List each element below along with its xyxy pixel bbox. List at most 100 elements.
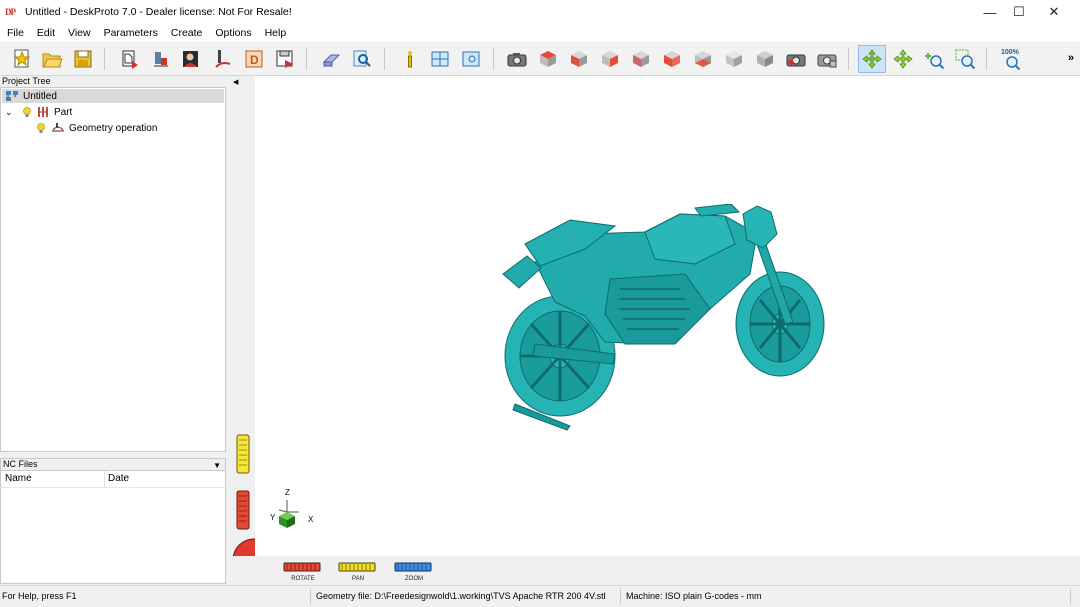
- nc-column-name[interactable]: Name: [5, 473, 32, 486]
- status-help-text: For Help, press F1: [2, 591, 77, 601]
- tool-path-icon: [215, 50, 231, 68]
- menu-bar: File Edit View Parameters Create Options…: [0, 24, 1080, 42]
- toolbar-separator: [104, 48, 105, 70]
- menu-file[interactable]: File: [6, 27, 30, 39]
- 3d-viewport[interactable]: Z Y X: [255, 76, 1080, 556]
- menu-create[interactable]: Create: [170, 27, 209, 39]
- eraser-icon: [322, 54, 341, 67]
- zoom-in-icon: [925, 53, 945, 70]
- close-button[interactable]: ✕: [1036, 0, 1072, 24]
- menu-parameters[interactable]: Parameters: [103, 27, 164, 39]
- lightbulb-icon[interactable]: [21, 106, 33, 118]
- status-separator: [310, 589, 311, 604]
- axis-cube-icon: [278, 500, 299, 528]
- zoom-indicator-icon[interactable]: [236, 490, 250, 530]
- zoom-mode-button[interactable]: [920, 45, 948, 73]
- vector-tool-icon: [154, 52, 168, 67]
- preview-button[interactable]: [348, 45, 376, 73]
- split-view-button[interactable]: [426, 45, 454, 73]
- project-tree-header: Project Tree: [0, 76, 226, 88]
- new-project-icon: [13, 49, 31, 68]
- menu-help[interactable]: Help: [264, 27, 293, 39]
- cube-back-icon: [633, 51, 649, 67]
- view-left-button[interactable]: [658, 45, 686, 73]
- load-bitmap-button[interactable]: [177, 45, 205, 73]
- erase-button[interactable]: [318, 45, 346, 73]
- view-user-button[interactable]: [751, 45, 779, 73]
- deskproto-logo-icon: DP: [5, 7, 16, 17]
- view-back-button[interactable]: [627, 45, 655, 73]
- dropdown-triangle-icon[interactable]: ▼: [213, 460, 221, 471]
- toolbar-overflow-button[interactable]: »: [1068, 52, 1074, 64]
- previous-view-button[interactable]: [782, 45, 810, 73]
- toolbar-separator: [848, 48, 849, 70]
- tree-root-untitled[interactable]: Untitled: [2, 89, 224, 103]
- nc-column-date[interactable]: Date: [108, 473, 129, 486]
- view-front-button[interactable]: [565, 45, 593, 73]
- tree-root-label: Untitled: [23, 90, 57, 102]
- pan-indicator-icon[interactable]: [236, 434, 250, 474]
- cube-user-icon: [757, 51, 773, 67]
- title-bar: DP Untitled - DeskProto 7.0 - Dealer lic…: [0, 0, 1080, 24]
- view-iso-button[interactable]: [720, 45, 748, 73]
- geometry-operation-icon: [52, 123, 64, 132]
- pan-caption: PAN: [352, 576, 364, 582]
- maximize-button[interactable]: ☐: [1001, 0, 1037, 24]
- project-icon: [6, 91, 18, 101]
- save-project-button[interactable]: [69, 45, 97, 73]
- view-top-button[interactable]: [534, 45, 562, 73]
- chevron-down-icon[interactable]: ⌄: [5, 107, 17, 118]
- zoom-mode-indicator[interactable]: ZOOM: [394, 562, 434, 582]
- pan-bar-icon: [338, 562, 376, 572]
- rotate-mode-button[interactable]: [858, 45, 886, 73]
- view-right-button[interactable]: [596, 45, 624, 73]
- screenshot-button[interactable]: [503, 45, 531, 73]
- save-view-button[interactable]: [813, 45, 841, 73]
- window-title: Untitled - DeskProto 7.0 - Dealer licens…: [25, 6, 292, 18]
- rotate-arrows-icon: [862, 49, 882, 69]
- nc-files-title: NC Files: [3, 459, 38, 469]
- create-operation-button[interactable]: [209, 45, 237, 73]
- bitmap-portrait-icon: [183, 51, 198, 67]
- lightbulb-icon[interactable]: [35, 122, 47, 134]
- rotate-mode-indicator[interactable]: ROTATE: [283, 562, 323, 582]
- load-geometry-icon: [122, 50, 138, 69]
- toolpath-d-icon: D: [245, 50, 263, 68]
- full-view-button[interactable]: [457, 45, 485, 73]
- nc-files-header[interactable]: NC Files ▼: [0, 458, 226, 471]
- rotate-bar-icon: [283, 562, 321, 572]
- status-separator: [1070, 589, 1071, 604]
- toolbar-separator: [384, 48, 385, 70]
- project-tree[interactable]: Untitled ⌄ Part Geometry operation: [0, 88, 226, 452]
- pan-mode-indicator[interactable]: PAN: [338, 562, 378, 582]
- pan-mode-button[interactable]: [889, 45, 917, 73]
- nc-files-list[interactable]: Name Date: [0, 471, 226, 584]
- zoom-100-button[interactable]: 100%: [998, 45, 1026, 73]
- tree-item-geometry-operation[interactable]: Geometry operation: [35, 121, 157, 135]
- motorcycle-model[interactable]: [495, 204, 855, 436]
- load-geometry-button[interactable]: [116, 45, 144, 73]
- part-icon: [38, 107, 48, 117]
- menu-view[interactable]: View: [67, 27, 97, 39]
- create-toolpath-button[interactable]: D: [240, 45, 268, 73]
- pan-arrows-icon: [893, 49, 913, 69]
- menu-edit[interactable]: Edit: [36, 27, 61, 39]
- new-project-button[interactable]: [8, 45, 36, 73]
- view-bottom-button[interactable]: [689, 45, 717, 73]
- tree-item-geometry-operation-label: Geometry operation: [69, 122, 158, 134]
- cube-top-icon: [540, 51, 556, 67]
- zoom-window-button[interactable]: [951, 45, 979, 73]
- toolbar-separator: [986, 48, 987, 70]
- menu-options[interactable]: Options: [214, 27, 257, 39]
- load-vector-button[interactable]: [147, 45, 175, 73]
- open-folder-icon: [42, 53, 63, 68]
- write-nc-file-button[interactable]: [271, 45, 299, 73]
- save-disk-icon: [74, 50, 92, 68]
- collapse-panel-icon[interactable]: ◀: [233, 78, 238, 86]
- cube-iso-icon: [726, 51, 742, 67]
- tree-item-part[interactable]: ⌄ Part: [5, 105, 72, 119]
- info-button[interactable]: [396, 45, 424, 73]
- open-project-button[interactable]: [38, 45, 66, 73]
- status-geometry-file: Geometry file: D:\Freedesignwold\1.worki…: [316, 591, 606, 601]
- column-divider[interactable]: [104, 471, 105, 487]
